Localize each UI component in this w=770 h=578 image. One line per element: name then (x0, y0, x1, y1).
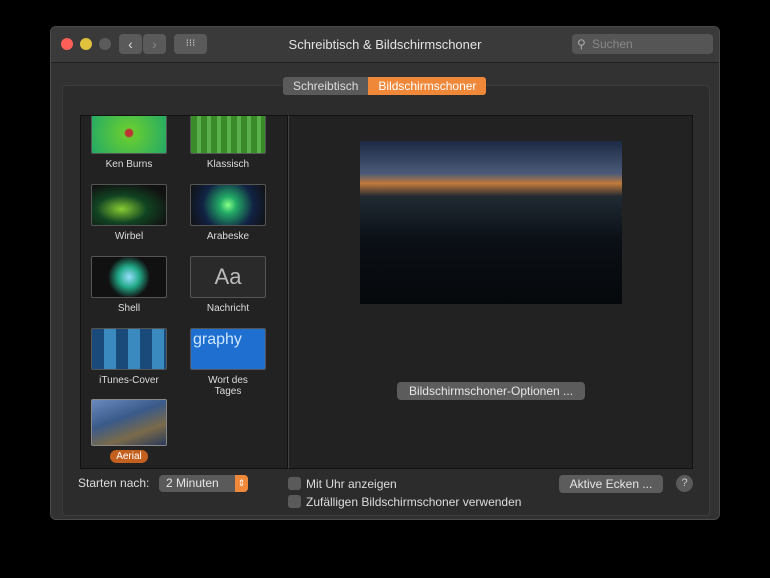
item-label: Ken Burns (100, 158, 159, 171)
screensaver-preview (360, 141, 622, 304)
preview-area: Bildschirmschoner-Optionen ... (288, 115, 693, 469)
thumbnail (91, 256, 167, 298)
screensaver-list[interactable]: Ken Burns Klassisch Wirbel Arabeske Shel… (80, 115, 288, 469)
checkbox-box (288, 477, 301, 490)
item-label: Wirbel (109, 230, 149, 243)
screensaver-aerial[interactable]: Aerial (91, 399, 167, 464)
screensaver-wirbel[interactable]: Wirbel (91, 184, 167, 244)
search-placeholder: Suchen (592, 37, 633, 51)
screensaver-klassisch[interactable]: Klassisch (190, 115, 266, 172)
item-label: Klassisch (201, 158, 255, 171)
item-label: Shell (112, 302, 146, 315)
checkbox-box (288, 495, 301, 508)
item-label: Aerial (110, 450, 148, 463)
start-after-value: 2 Minuten (166, 476, 219, 490)
screensaver-ken-burns[interactable]: Ken Burns (91, 115, 167, 172)
screensaver-options-button[interactable]: Bildschirmschoner-Optionen ... (397, 382, 585, 400)
item-label: Wort des Tages (190, 374, 266, 398)
tab-schreibtisch[interactable]: Schreibtisch (283, 77, 368, 95)
content-panel: Ken Burns Klassisch Wirbel Arabeske Shel… (62, 85, 710, 516)
thumbnail (190, 115, 266, 154)
screensaver-itunes-cover[interactable]: iTunes-Cover (91, 328, 167, 388)
start-after-label: Starten nach: (78, 476, 149, 490)
thumbnail: graphy (190, 328, 266, 370)
thumbnail (190, 184, 266, 226)
show-clock-checkbox[interactable]: Mit Uhr anzeigen (288, 477, 397, 491)
search-icon: ⚲ (577, 34, 586, 54)
screensaver-arabeske[interactable]: Arabeske (190, 184, 266, 244)
start-after-select[interactable]: 2 Minuten ⇕ (159, 475, 248, 492)
item-label: Nachricht (201, 302, 255, 315)
screensaver-shell[interactable]: Shell (91, 256, 167, 316)
tab-bar: Schreibtisch Bildschirmschoner (283, 77, 486, 95)
random-screensaver-checkbox[interactable]: Zufälligen Bildschirmschoner verwenden (288, 495, 521, 509)
item-label: iTunes-Cover (93, 374, 165, 387)
stepper-chevrons-icon: ⇕ (235, 475, 248, 492)
screensaver-wort-des-tages[interactable]: graphy Wort des Tages (190, 328, 266, 399)
thumbnail (91, 328, 167, 370)
help-button[interactable]: ? (676, 475, 693, 492)
thumbnail (91, 115, 167, 154)
thumbnail (91, 399, 167, 446)
item-label: Arabeske (201, 230, 255, 243)
checkbox-label: Zufälligen Bildschirmschoner verwenden (306, 495, 521, 509)
title-bar: ‹ › ⁝⁝⁝ Schreibtisch & Bildschirmschoner… (51, 27, 719, 63)
tab-bildschirmschoner[interactable]: Bildschirmschoner (368, 77, 486, 95)
search-input[interactable]: ⚲ Suchen (572, 34, 713, 54)
thumbnail: Aa (190, 256, 266, 298)
checkbox-label: Mit Uhr anzeigen (306, 477, 397, 491)
preferences-window: ‹ › ⁝⁝⁝ Schreibtisch & Bildschirmschoner… (50, 26, 720, 520)
screensaver-nachricht[interactable]: Aa Nachricht (190, 256, 266, 316)
thumbnail (91, 184, 167, 226)
hot-corners-button[interactable]: Aktive Ecken ... (559, 475, 663, 493)
